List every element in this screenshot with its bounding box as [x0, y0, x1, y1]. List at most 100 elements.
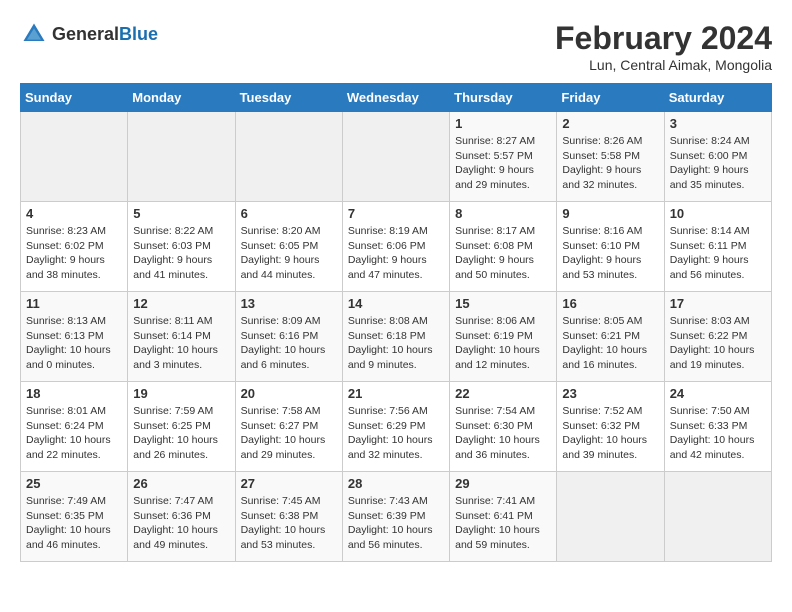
day-info: Sunrise: 7:50 AM Sunset: 6:33 PM Dayligh…	[670, 404, 766, 463]
calendar-cell	[664, 472, 771, 562]
calendar-cell: 8 Sunrise: 8:17 AM Sunset: 6:08 PM Daylig…	[450, 202, 557, 292]
day-number: 12	[133, 296, 229, 311]
day-info: Sunrise: 7:49 AM Sunset: 6:35 PM Dayligh…	[26, 494, 122, 553]
title-block: February 2024 Lun, Central Aimak, Mongol…	[555, 20, 772, 73]
header-day-thursday: Thursday	[450, 84, 557, 112]
calendar-cell: 14Sunrise: 8:08 AM Sunset: 6:18 PM Dayli…	[342, 292, 449, 382]
day-number: 6	[241, 206, 337, 221]
day-number: 22	[455, 386, 551, 401]
logo-blue-text: Blue	[119, 24, 158, 44]
day-number: 28	[348, 476, 444, 491]
calendar-cell	[21, 112, 128, 202]
day-number: 7	[348, 206, 444, 221]
calendar-cell: 22 Sunrise: 7:54 AM Sunset: 6:30 PM Dayli…	[450, 382, 557, 472]
calendar-body: 1Sunrise: 8:27 AM Sunset: 5:57 PM Daylig…	[21, 112, 772, 562]
header-day-monday: Monday	[128, 84, 235, 112]
day-number: 4	[26, 206, 122, 221]
day-info: Sunrise: 8:19 AM Sunset: 6:06 PM Dayligh…	[348, 224, 444, 283]
header-day-wednesday: Wednesday	[342, 84, 449, 112]
day-info: Sunrise: 7:45 AM Sunset: 6:38 PM Dayligh…	[241, 494, 337, 553]
header-day-tuesday: Tuesday	[235, 84, 342, 112]
calendar-cell: 28 Sunrise: 7:43 AM Sunset: 6:39 PM Dayli…	[342, 472, 449, 562]
calendar-cell: 16 Sunrise: 8:05 AM Sunset: 6:21 PM Dayli…	[557, 292, 664, 382]
calendar-cell: 20 Sunrise: 7:58 AM Sunset: 6:27 PM Dayli…	[235, 382, 342, 472]
calendar-cell: 15 Sunrise: 8:06 AM Sunset: 6:19 PM Dayli…	[450, 292, 557, 382]
day-number: 9	[562, 206, 658, 221]
day-number: 15	[455, 296, 551, 311]
calendar-cell: 21 Sunrise: 7:56 AM Sunset: 6:29 PM Dayli…	[342, 382, 449, 472]
day-info: Sunrise: 8:26 AM Sunset: 5:58 PM Dayligh…	[562, 134, 658, 193]
day-number: 27	[241, 476, 337, 491]
day-info: Sunrise: 8:09 AM Sunset: 6:16 PM Dayligh…	[241, 314, 337, 373]
logo-general-text: General	[52, 24, 119, 44]
calendar-cell	[128, 112, 235, 202]
day-info: Sunrise: 8:17 AM Sunset: 6:08 PM Dayligh…	[455, 224, 551, 283]
calendar-cell: 10 Sunrise: 8:14 AM Sunset: 6:11 PM Dayli…	[664, 202, 771, 292]
day-number: 2	[562, 116, 658, 131]
week-row-3: 11 Sunrise: 8:13 AM Sunset: 6:13 PM Dayli…	[21, 292, 772, 382]
calendar-cell: 19 Sunrise: 7:59 AM Sunset: 6:25 PM Dayli…	[128, 382, 235, 472]
calendar-cell	[235, 112, 342, 202]
calendar-cell: 11 Sunrise: 8:13 AM Sunset: 6:13 PM Dayli…	[21, 292, 128, 382]
calendar-cell: 23 Sunrise: 7:52 AM Sunset: 6:32 PM Dayli…	[557, 382, 664, 472]
day-number: 23	[562, 386, 658, 401]
calendar-cell: 27 Sunrise: 7:45 AM Sunset: 6:38 PM Dayli…	[235, 472, 342, 562]
day-number: 21	[348, 386, 444, 401]
day-number: 24	[670, 386, 766, 401]
calendar-cell	[342, 112, 449, 202]
day-info: Sunrise: 8:03 AM Sunset: 6:22 PM Dayligh…	[670, 314, 766, 373]
day-number: 11	[26, 296, 122, 311]
header-day-saturday: Saturday	[664, 84, 771, 112]
day-info: Sunrise: 8:24 AM Sunset: 6:00 PM Dayligh…	[670, 134, 766, 193]
day-number: 5	[133, 206, 229, 221]
calendar-cell: 6 Sunrise: 8:20 AM Sunset: 6:05 PM Daylig…	[235, 202, 342, 292]
calendar-cell: 24 Sunrise: 7:50 AM Sunset: 6:33 PM Dayli…	[664, 382, 771, 472]
day-number: 19	[133, 386, 229, 401]
day-number: 10	[670, 206, 766, 221]
day-number: 3	[670, 116, 766, 131]
day-info: Sunrise: 8:06 AM Sunset: 6:19 PM Dayligh…	[455, 314, 551, 373]
calendar-cell: 13 Sunrise: 8:09 AM Sunset: 6:16 PM Dayli…	[235, 292, 342, 382]
day-info: Sunrise: 7:54 AM Sunset: 6:30 PM Dayligh…	[455, 404, 551, 463]
day-info: Sunrise: 7:58 AM Sunset: 6:27 PM Dayligh…	[241, 404, 337, 463]
week-row-4: 18Sunrise: 8:01 AM Sunset: 6:24 PM Dayli…	[21, 382, 772, 472]
day-info: Sunrise: 7:47 AM Sunset: 6:36 PM Dayligh…	[133, 494, 229, 553]
header-day-sunday: Sunday	[21, 84, 128, 112]
day-info: Sunrise: 7:41 AM Sunset: 6:41 PM Dayligh…	[455, 494, 551, 553]
month-year-title: February 2024	[555, 20, 772, 57]
logo-icon	[20, 20, 48, 48]
day-info: Sunrise: 8:20 AM Sunset: 6:05 PM Dayligh…	[241, 224, 337, 283]
calendar-cell: 12 Sunrise: 8:11 AM Sunset: 6:14 PM Dayli…	[128, 292, 235, 382]
day-number: 29	[455, 476, 551, 491]
calendar-cell: 25Sunrise: 7:49 AM Sunset: 6:35 PM Dayli…	[21, 472, 128, 562]
day-info: Sunrise: 7:56 AM Sunset: 6:29 PM Dayligh…	[348, 404, 444, 463]
calendar-cell: 17Sunrise: 8:03 AM Sunset: 6:22 PM Dayli…	[664, 292, 771, 382]
logo: GeneralBlue	[20, 20, 158, 48]
header-day-friday: Friday	[557, 84, 664, 112]
day-number: 20	[241, 386, 337, 401]
day-info: Sunrise: 7:43 AM Sunset: 6:39 PM Dayligh…	[348, 494, 444, 553]
week-row-5: 25Sunrise: 7:49 AM Sunset: 6:35 PM Dayli…	[21, 472, 772, 562]
day-number: 16	[562, 296, 658, 311]
week-row-1: 1Sunrise: 8:27 AM Sunset: 5:57 PM Daylig…	[21, 112, 772, 202]
day-number: 8	[455, 206, 551, 221]
calendar-cell: 4Sunrise: 8:23 AM Sunset: 6:02 PM Daylig…	[21, 202, 128, 292]
location-subtitle: Lun, Central Aimak, Mongolia	[555, 57, 772, 73]
header-row: SundayMondayTuesdayWednesdayThursdayFrid…	[21, 84, 772, 112]
week-row-2: 4Sunrise: 8:23 AM Sunset: 6:02 PM Daylig…	[21, 202, 772, 292]
calendar-cell: 9 Sunrise: 8:16 AM Sunset: 6:10 PM Daylig…	[557, 202, 664, 292]
day-info: Sunrise: 8:05 AM Sunset: 6:21 PM Dayligh…	[562, 314, 658, 373]
day-info: Sunrise: 7:52 AM Sunset: 6:32 PM Dayligh…	[562, 404, 658, 463]
calendar-cell: 3 Sunrise: 8:24 AM Sunset: 6:00 PM Daylig…	[664, 112, 771, 202]
day-number: 26	[133, 476, 229, 491]
day-info: Sunrise: 8:11 AM Sunset: 6:14 PM Dayligh…	[133, 314, 229, 373]
calendar-cell: 29 Sunrise: 7:41 AM Sunset: 6:41 PM Dayli…	[450, 472, 557, 562]
day-info: Sunrise: 7:59 AM Sunset: 6:25 PM Dayligh…	[133, 404, 229, 463]
calendar-cell: 7 Sunrise: 8:19 AM Sunset: 6:06 PM Daylig…	[342, 202, 449, 292]
day-info: Sunrise: 8:13 AM Sunset: 6:13 PM Dayligh…	[26, 314, 122, 373]
day-info: Sunrise: 8:16 AM Sunset: 6:10 PM Dayligh…	[562, 224, 658, 283]
day-info: Sunrise: 8:14 AM Sunset: 6:11 PM Dayligh…	[670, 224, 766, 283]
day-number: 13	[241, 296, 337, 311]
day-number: 1	[455, 116, 551, 131]
calendar-header: SundayMondayTuesdayWednesdayThursdayFrid…	[21, 84, 772, 112]
